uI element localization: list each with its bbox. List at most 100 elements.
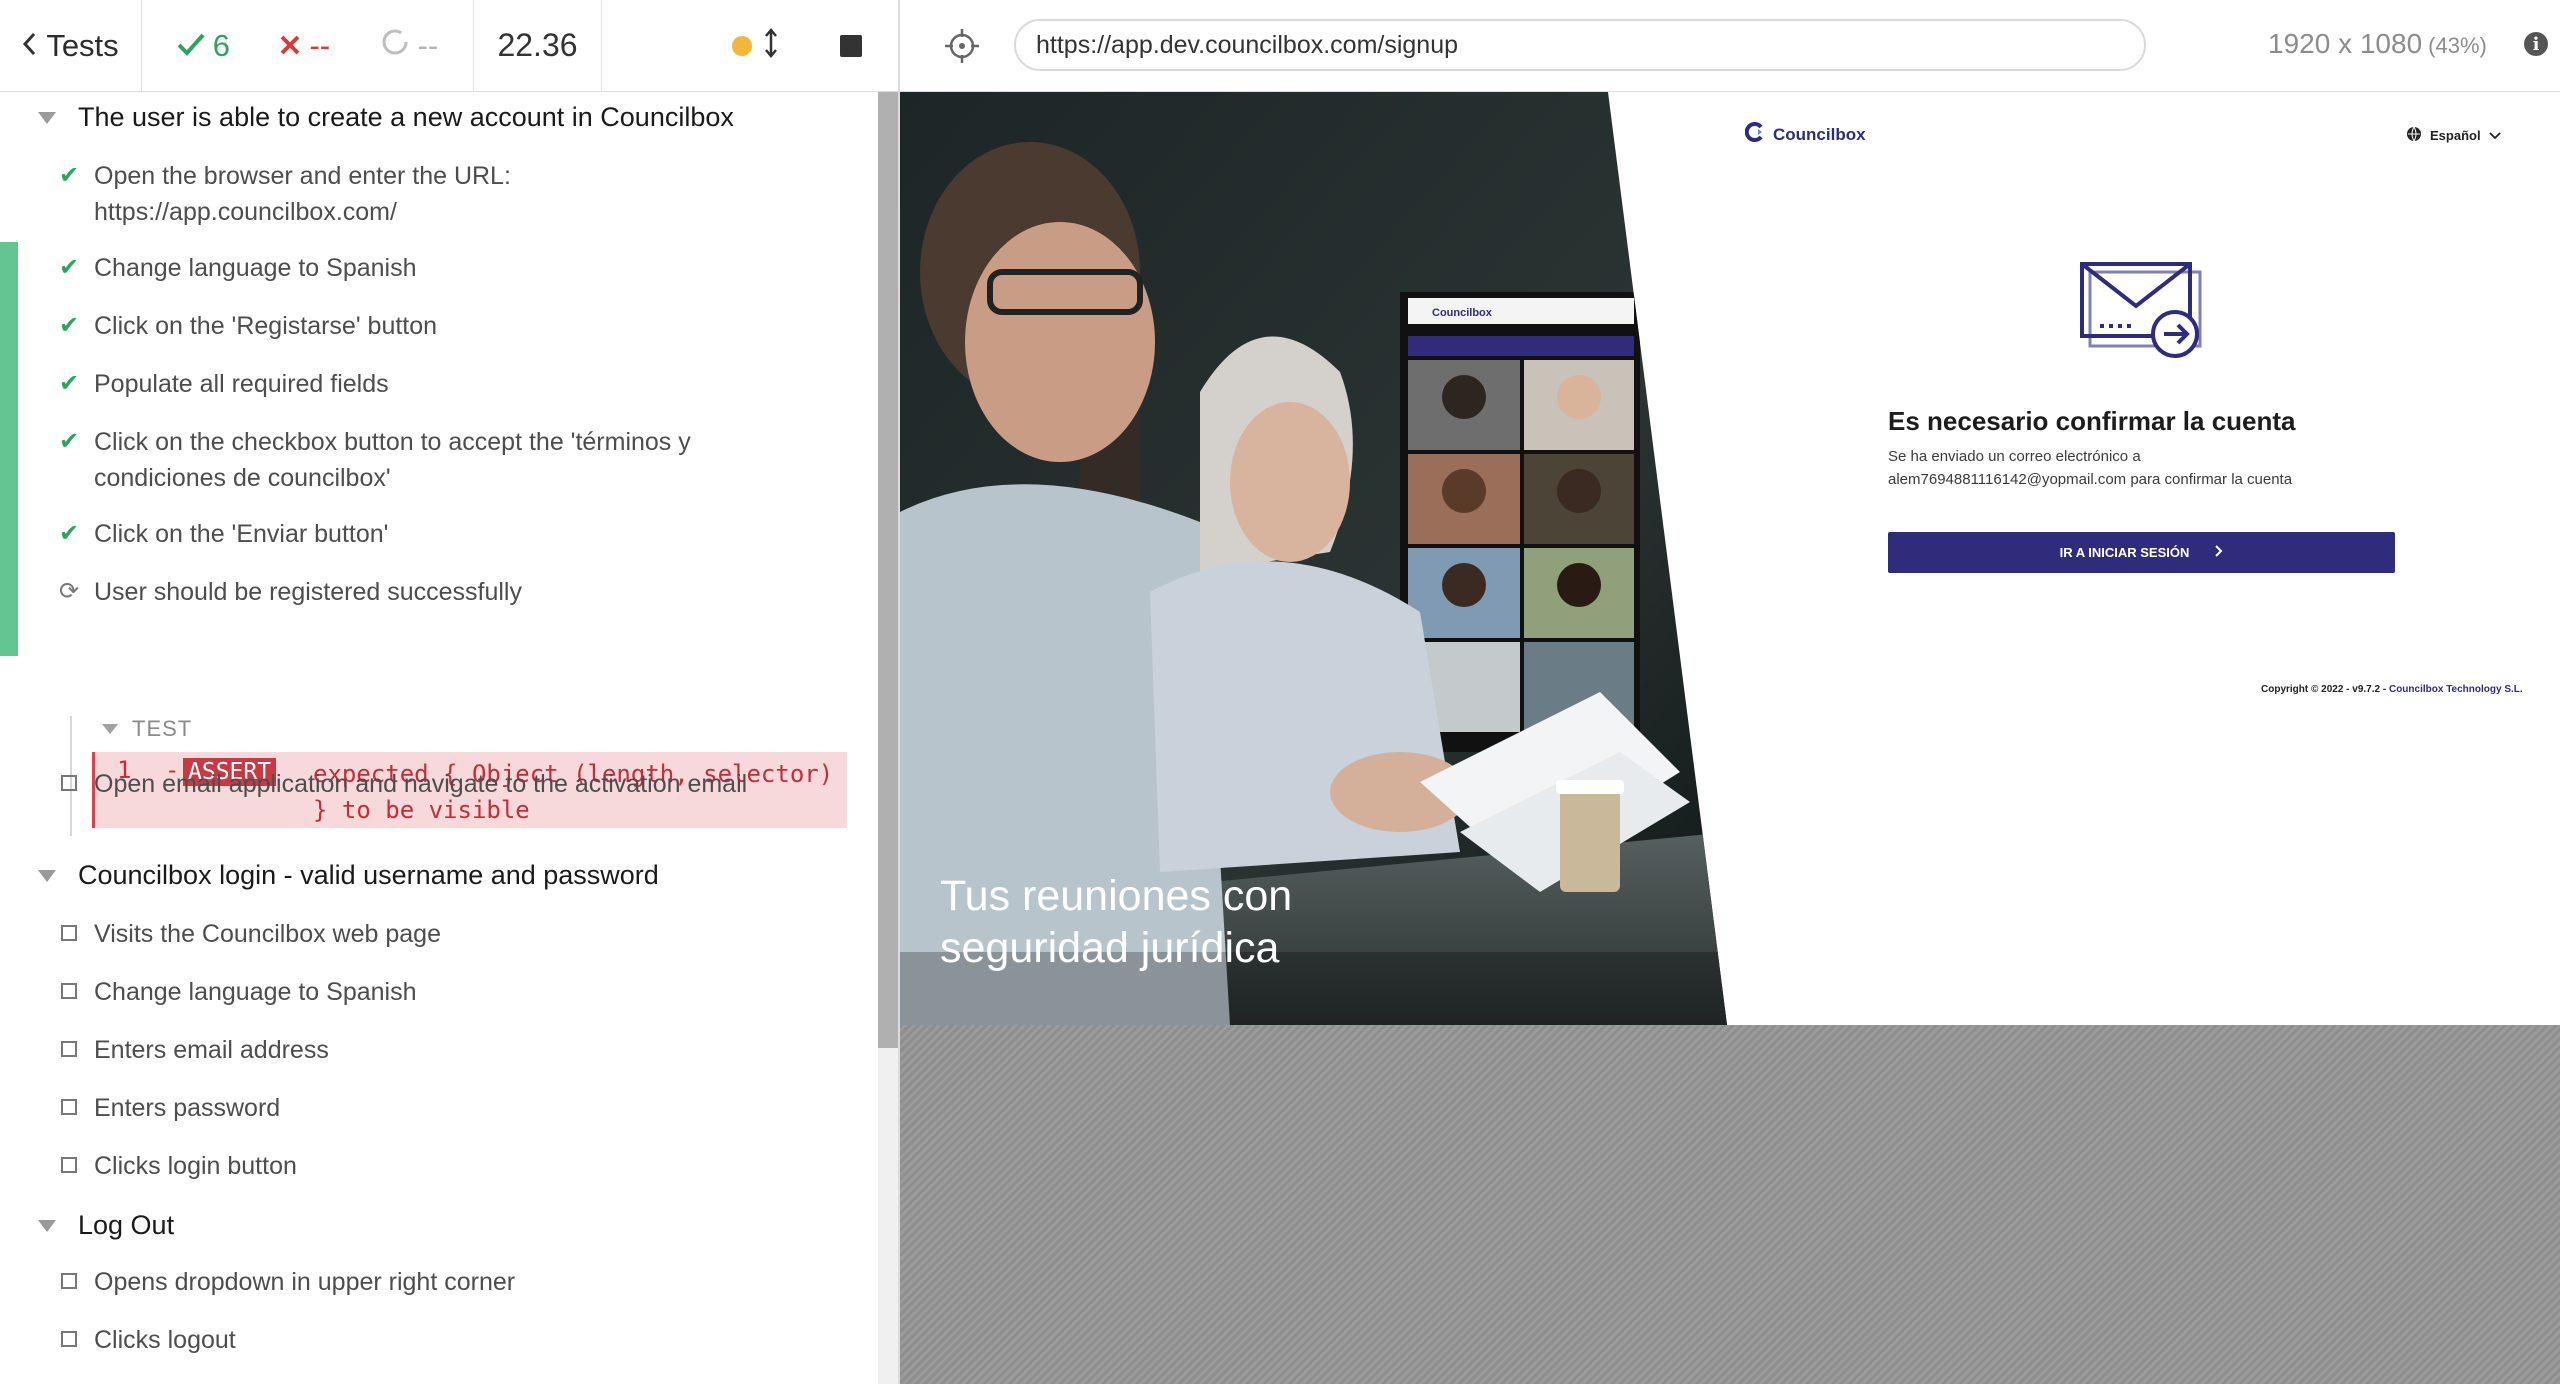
language-selector[interactable]: Español (2406, 126, 2501, 145)
step-accept-terms[interactable]: ✔ Click on the checkbox button to accept… (58, 424, 758, 496)
suite-header-login[interactable]: Councilbox login - valid username and pa… (38, 860, 659, 891)
url-bar[interactable]: https://app.dev.councilbox.com/signup (1014, 19, 2146, 71)
councilbox-logo-icon (1744, 122, 1765, 147)
info-icon[interactable]: i (2524, 32, 2548, 56)
x-icon (279, 28, 301, 64)
aut-header: https://app.dev.councilbox.com/signup 19… (900, 0, 2560, 92)
step-change-language-2[interactable]: Change language to Spanish (58, 974, 758, 1010)
app-frame: Councilbox Tus reuniones con seguridad j… (900, 92, 2560, 1025)
check-icon: ✔ (58, 520, 80, 547)
caret-down-icon (38, 1219, 56, 1232)
selector-playground-icon[interactable] (942, 26, 982, 66)
pending-circle-icon (380, 27, 410, 65)
step-text: Change language to Spanish (94, 254, 417, 282)
step-visit-page[interactable]: Visits the Councilbox web page (58, 916, 758, 952)
step-text: Click on the 'Registarse' button (94, 312, 438, 340)
tests-label: Tests (46, 27, 119, 63)
copyright-company-link[interactable]: Councilbox Technology S.L. (2389, 684, 2523, 695)
step-text: Enters password (94, 1094, 281, 1122)
step-enter-password[interactable]: Enters password (58, 1090, 758, 1126)
stop-icon[interactable] (840, 34, 862, 57)
failed-value: -- (309, 27, 331, 63)
copyright-text: Copyright © 2022 - v9.7.2 - (2261, 684, 2389, 695)
check-icon: ✔ (58, 428, 80, 455)
copyright-footer: Copyright © 2022 - v9.7.2 - Councilbox T… (2261, 684, 2523, 695)
empty-checkbox-icon (61, 1331, 77, 1347)
step-click-login[interactable]: Clicks login button (58, 1148, 758, 1184)
passed-count: 6 (177, 28, 230, 64)
step-click-registrarse[interactable]: ✔ Click on the 'Registarse' button (58, 308, 758, 344)
step-registered[interactable]: ⟳ User should be registered successfully (58, 574, 758, 610)
url-text: https://app.dev.councilbox.com/signup (1036, 30, 1459, 59)
step-text: Click on the 'Enviar button' (94, 520, 389, 548)
reporter-scrollbar-thumb[interactable] (878, 92, 898, 1048)
failed-count: -- (279, 28, 330, 64)
empty-checkbox-icon (61, 1041, 77, 1057)
step-change-language[interactable]: ✔ Change language to Spanish (58, 250, 758, 286)
running-status-dot (732, 35, 752, 56)
check-icon: ✔ (58, 370, 80, 397)
test-block-toggle[interactable]: TEST (102, 716, 192, 742)
confirm-message-line2: alem7694881116142@yopmail.com para confi… (1888, 471, 2293, 488)
viewport-size: 1920 x 1080 (43%) (2268, 28, 2487, 60)
empty-checkbox-icon (61, 983, 77, 999)
pending-value: -- (417, 27, 439, 63)
globe-icon (2406, 126, 2422, 145)
go-to-login-button[interactable]: IR A INICIAR SESIÓN (1888, 532, 2395, 573)
step-text: Open the browser and enter the URL: http… (94, 162, 511, 226)
step-enter-email[interactable]: Enters email address (58, 1032, 758, 1068)
empty-checkbox-icon (61, 775, 77, 791)
step-open-browser[interactable]: ✔ Open the browser and enter the URL: ht… (58, 158, 758, 230)
step-text: Visits the Councilbox web page (94, 920, 441, 948)
refresh-icon: ⟳ (58, 578, 80, 605)
language-label: Español (2430, 128, 2481, 143)
chevron-right-icon (2215, 545, 2223, 560)
step-open-email[interactable]: Open email application and navigate to t… (58, 766, 758, 802)
check-icon (177, 28, 205, 64)
check-icon: ✔ (58, 162, 80, 189)
suite-pass-indicator (0, 242, 18, 656)
hero-tagline: Tus reuniones con seguridad jurídica (940, 872, 1293, 972)
logo-text: Councilbox (1773, 124, 1866, 144)
suite-title: Councilbox login - valid username and pa… (78, 860, 659, 890)
login-button-label: IR A INICIAR SESIÓN (2059, 545, 2190, 560)
suite-header-create-account[interactable]: The user is able to create a new account… (38, 102, 734, 133)
tests-button[interactable]: Tests (0, 0, 142, 91)
runner-controls (602, 0, 898, 91)
viewport-zoom: (43%) (2428, 33, 2487, 58)
confirm-account-title: Es necesario confirmar la cuenta (1888, 406, 2296, 436)
caret-down-icon (38, 111, 56, 124)
empty-checkbox-icon (61, 1157, 77, 1173)
viewport-dimensions: 1920 x 1080 (2268, 28, 2423, 59)
test-label: TEST (132, 716, 193, 741)
step-click-enviar[interactable]: ✔ Click on the 'Enviar button' (58, 516, 758, 552)
step-text: Clicks logout (94, 1326, 236, 1354)
confirm-message-line1: Se ha enviado un correo electrónico a (1888, 448, 2141, 465)
suite-header-logout[interactable]: Log Out (38, 1210, 174, 1241)
scroll-arrows-icon (764, 28, 778, 63)
suite-title: Log Out (78, 1210, 175, 1240)
step-open-dropdown[interactable]: Opens dropdown in upper right corner (58, 1264, 758, 1300)
aut-viewport-area: Councilbox Tus reuniones con seguridad j… (900, 92, 2560, 1384)
email-sent-icon (2080, 262, 2202, 365)
councilbox-logo[interactable]: Councilbox (1744, 122, 1866, 147)
step-click-logout[interactable]: Clicks logout (58, 1322, 758, 1358)
duration: 22.36 (474, 0, 602, 91)
test-stats: 6 -- -- (142, 0, 474, 91)
caret-down-icon (38, 869, 56, 882)
laptop-brand-text: Councilbox (1432, 307, 1493, 319)
check-icon: ✔ (58, 312, 80, 339)
step-text: User should be registered successfully (94, 578, 522, 606)
caret-down-icon (102, 724, 118, 734)
empty-checkbox-icon (61, 1273, 77, 1289)
chevron-down-icon (2488, 128, 2501, 143)
step-text: Enters email address (94, 1036, 329, 1064)
step-text: Populate all required fields (94, 370, 389, 398)
step-populate-fields[interactable]: ✔ Populate all required fields (58, 366, 758, 402)
step-text: Open email application and navigate to t… (94, 770, 748, 798)
passed-value: 6 (212, 27, 230, 63)
step-text: Clicks login button (94, 1152, 297, 1180)
step-text: Change language to Spanish (94, 978, 417, 1006)
chevron-left-icon (22, 28, 36, 64)
auto-scroll-toggle[interactable] (732, 28, 778, 63)
